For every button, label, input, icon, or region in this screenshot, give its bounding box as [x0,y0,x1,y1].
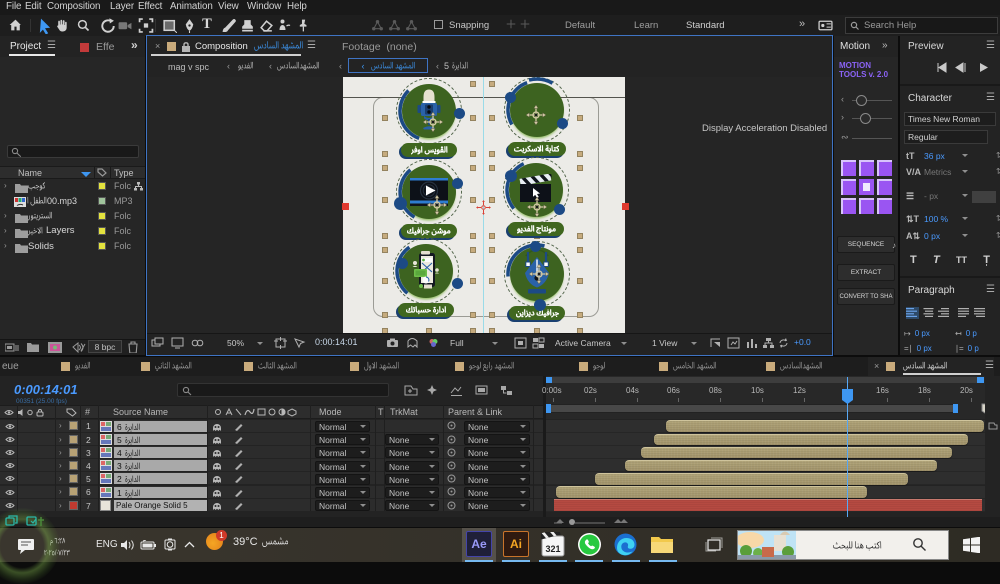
svg-text:321: 321 [545,544,560,554]
